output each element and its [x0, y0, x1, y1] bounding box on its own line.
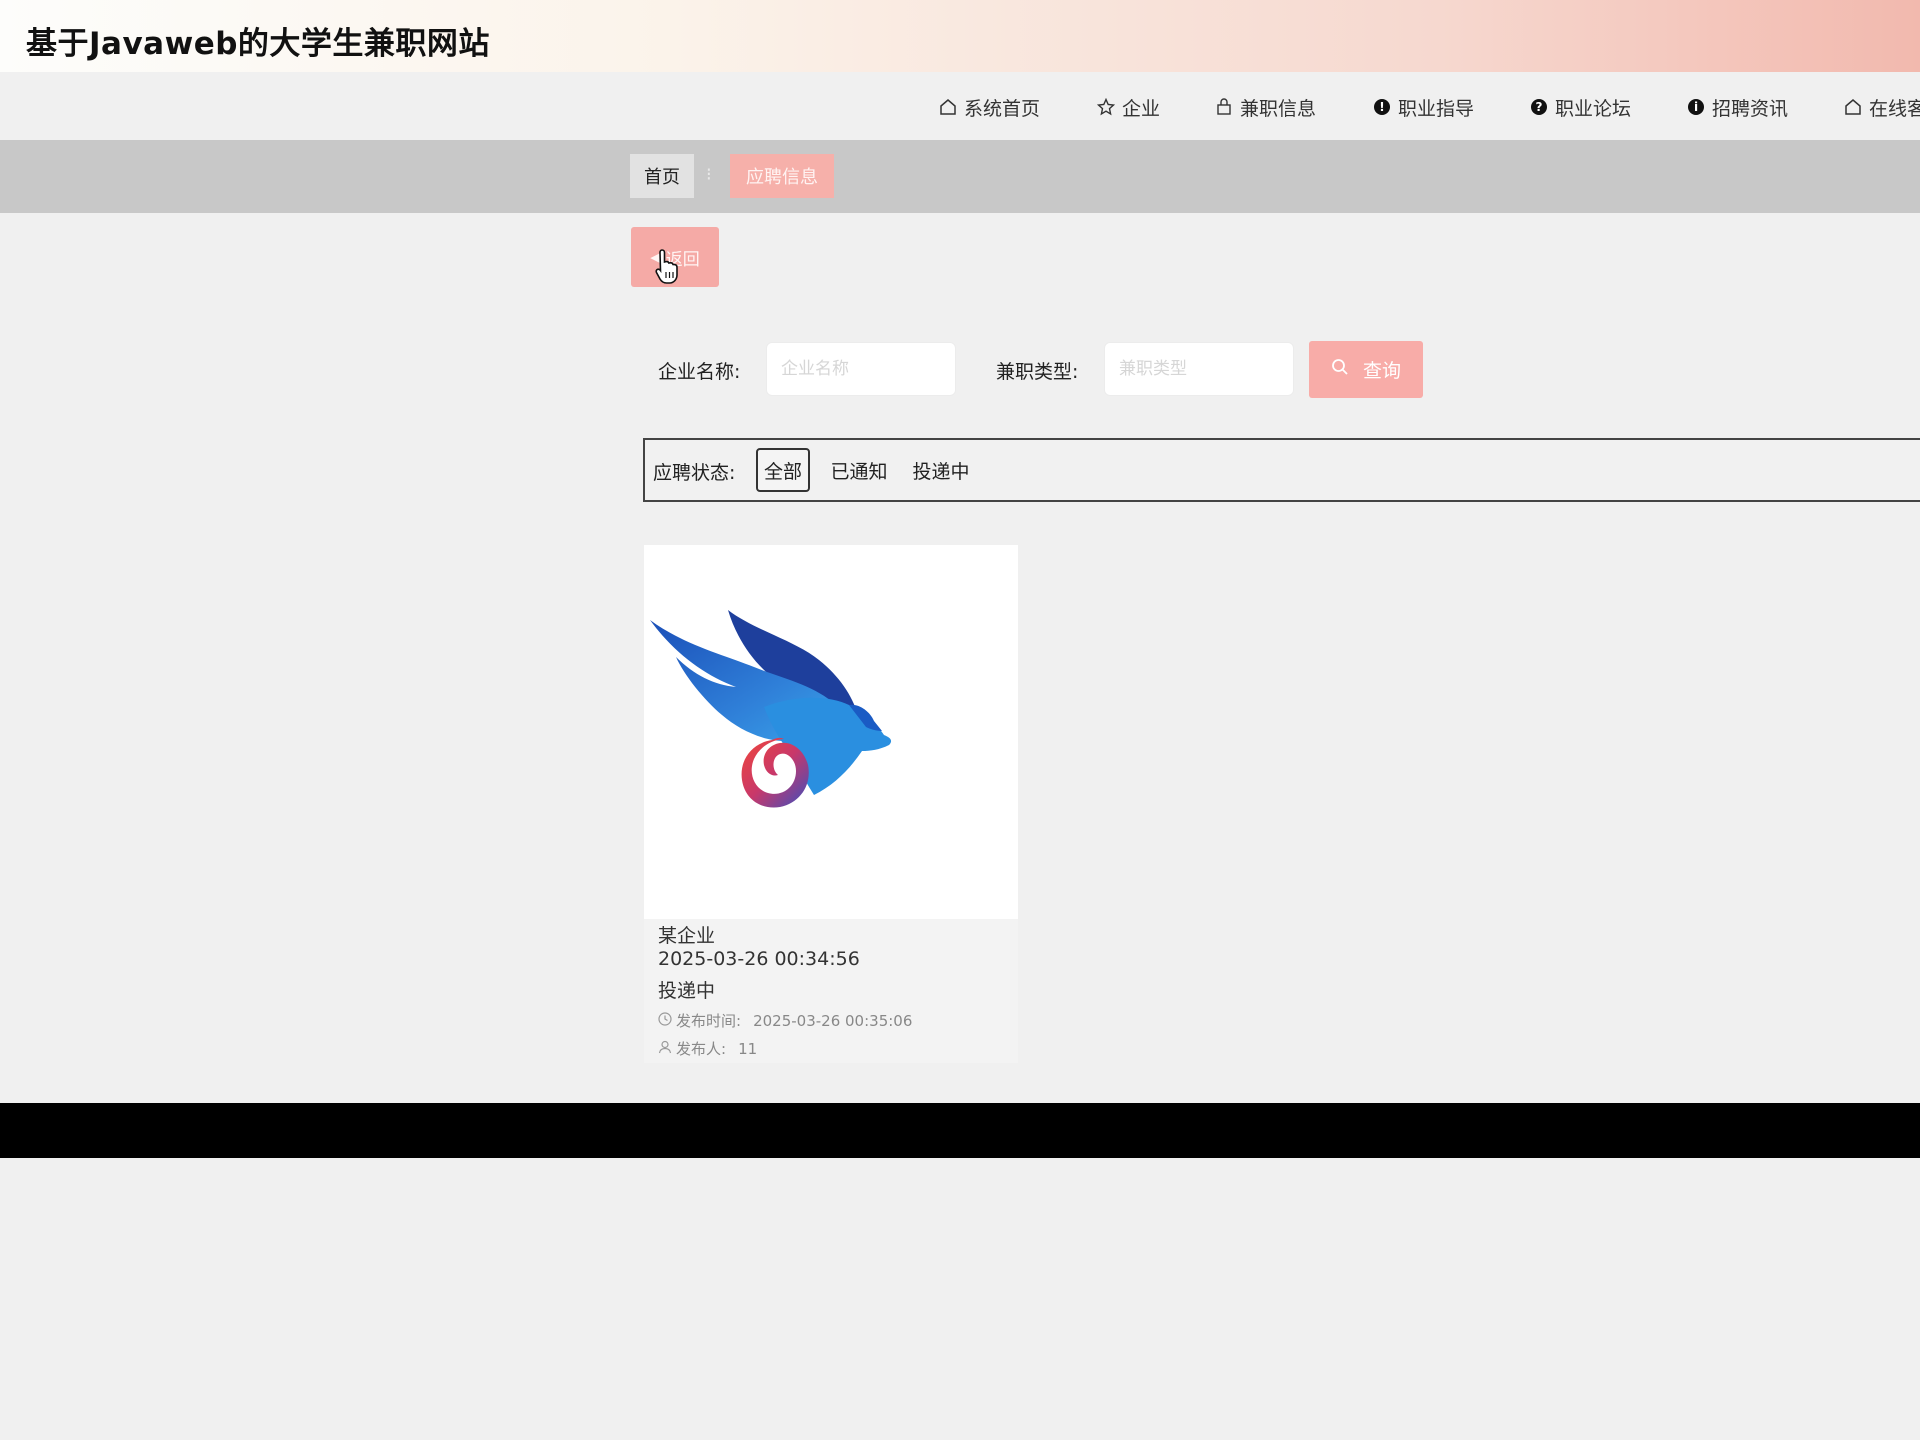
publisher-value: 11: [738, 1039, 758, 1058]
nav-item-career-guide[interactable]: ! 职业指导: [1372, 92, 1474, 122]
card-publish-time: 发布时间: 2025-03-26 00:35:06: [658, 1010, 912, 1031]
home-icon: [1843, 97, 1863, 117]
nav-label: 职业论坛: [1555, 97, 1632, 120]
site-title: 基于Javaweb的大学生兼职网站: [26, 26, 490, 62]
status-option-submitting[interactable]: 投递中: [910, 448, 972, 492]
status-filter-label: 应聘状态:: [653, 462, 736, 484]
nav-label: 招聘资讯: [1712, 97, 1789, 120]
nav-item-enterprise[interactable]: 企业: [1096, 92, 1160, 122]
status-option-all[interactable]: 全部: [756, 448, 810, 492]
publisher-label: 发布人:: [676, 1040, 727, 1058]
card-datetime: 2025-03-26 00:34:56: [658, 948, 860, 970]
publish-time-value: 2025-03-26 00:35:06: [753, 1011, 913, 1030]
status-option-notified[interactable]: 已通知: [828, 448, 890, 492]
publish-time-label: 发布时间:: [676, 1012, 742, 1030]
search-button[interactable]: 查询: [1309, 341, 1423, 398]
breadcrumb-current: 应聘信息: [730, 154, 834, 198]
nav-item-online[interactable]: 在线客: [1843, 92, 1920, 122]
card-company: 某企业: [658, 925, 716, 947]
nav-label: 企业: [1122, 97, 1161, 120]
star-icon: [1096, 97, 1116, 117]
home-icon: [938, 97, 958, 117]
top-nav: 系统首页 企业 兼职信息 ! 职业指导 ? 职业论坛 i 招聘资讯 在线客: [0, 72, 1920, 140]
company-name-input[interactable]: [766, 342, 956, 396]
nav-label: 系统首页: [964, 97, 1041, 120]
nav-label: 职业指导: [1398, 97, 1475, 120]
clock-icon: [658, 1011, 672, 1030]
application-card[interactable]: 某企业 2025-03-26 00:34:56 投递中 发布时间: 2025-0…: [644, 545, 1018, 1063]
search-button-label: 查询: [1362, 360, 1401, 382]
status-filter: 应聘状态: 全部 已通知 投递中: [643, 438, 1920, 502]
nav-label: 兼职信息: [1240, 97, 1317, 120]
nav-label: 在线客: [1869, 97, 1920, 120]
nav-item-home[interactable]: 系统首页: [938, 92, 1040, 122]
footer-bar: [0, 1103, 1920, 1158]
parttime-type-input[interactable]: [1104, 342, 1294, 396]
breadcrumb-separator: ⁝: [706, 164, 712, 185]
info-icon: !: [1372, 97, 1392, 117]
title-bar: 基于Javaweb的大学生兼职网站: [0, 0, 1920, 72]
nav-item-parttime[interactable]: 兼职信息: [1214, 92, 1316, 122]
mouse-pointer-icon: [655, 249, 678, 284]
nav-item-forum[interactable]: ? 职业论坛: [1529, 92, 1631, 122]
info-icon: i: [1686, 97, 1706, 117]
nav-item-recruit-news[interactable]: i 招聘资讯: [1686, 92, 1788, 122]
bag-icon: [1214, 97, 1234, 117]
company-name-label: 企业名称:: [658, 361, 741, 383]
eagle-logo-image: [644, 545, 1018, 919]
parttime-type-label: 兼职类型:: [996, 361, 1079, 383]
question-icon: ?: [1529, 97, 1549, 117]
user-icon: [658, 1040, 672, 1058]
breadcrumb-home[interactable]: 首页: [630, 154, 694, 198]
search-icon: [1331, 358, 1349, 381]
card-status: 投递中: [658, 980, 716, 1002]
card-publisher: 发布人: 11: [658, 1038, 757, 1059]
breadcrumb: 首页 ⁝ 应聘信息: [0, 140, 1920, 213]
